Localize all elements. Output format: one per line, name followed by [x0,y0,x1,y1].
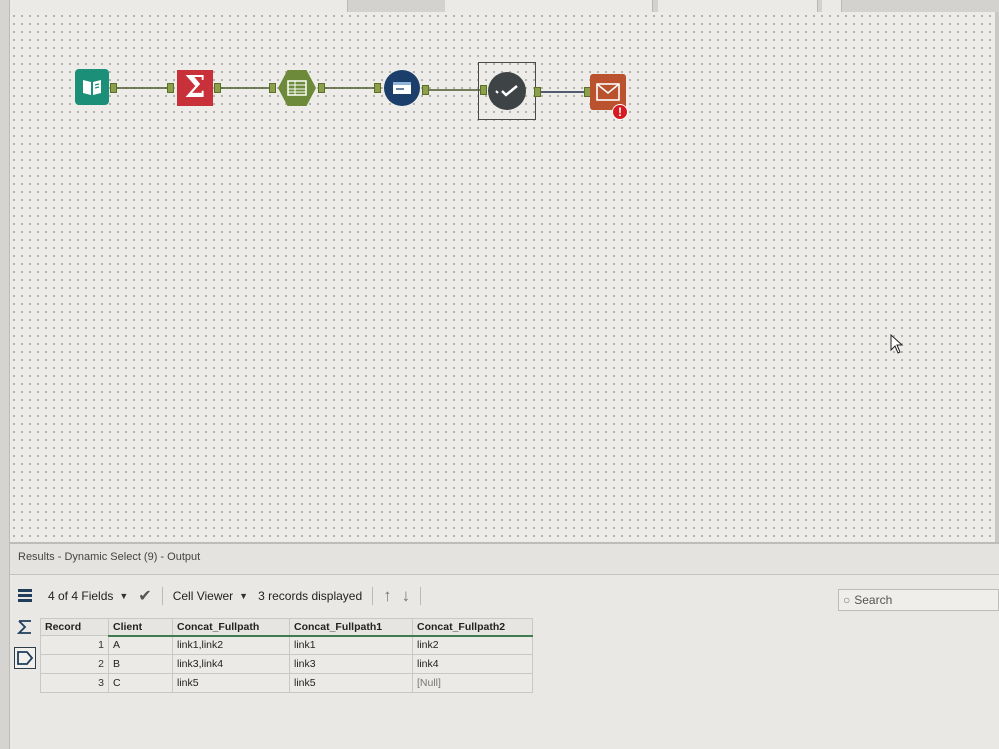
output-anchor[interactable] [534,87,541,97]
column-header[interactable]: Concat_Fullpath1 [289,618,413,637]
fields-label: 4 of 4 Fields [48,589,114,603]
results-side-icons [14,585,40,678]
table-cell[interactable]: link5 [289,673,413,693]
tab-close-button[interactable] [822,0,842,12]
email-tool[interactable]: ! [588,72,628,120]
table-cell[interactable]: link3,link4 [172,654,290,674]
table-cell[interactable]: link3 [289,654,413,674]
search-placeholder: Search [854,593,893,607]
table-cell[interactable]: link1,link2 [172,635,290,655]
table-row[interactable]: 1 A link1,link2 link1 link2 [40,635,533,655]
table-row[interactable]: 3 C link5 link5 [Null] [40,673,533,693]
records-count: 3 records displayed [258,589,363,603]
check-icon [488,72,526,110]
column-header[interactable]: Client [108,618,173,637]
table-cell[interactable]: link1 [289,635,413,655]
arrow-up-icon[interactable]: ↑ [383,586,392,606]
column-header[interactable]: Concat_Fullpath [172,618,290,637]
table-cell[interactable]: [Null] [412,673,533,693]
table-cell[interactable]: C [108,673,173,693]
arrow-down-icon[interactable]: ↓ [402,586,411,606]
chevron-down-icon: ▼ [239,591,249,601]
dynamic-select-tool[interactable] [478,62,536,120]
table-row[interactable]: 2 B link3,link4 link3 link4 [40,654,533,674]
input-anchor[interactable] [269,83,276,93]
input-data-tool[interactable] [72,67,112,107]
table-view-icon[interactable] [14,585,36,607]
search-icon: ○ [843,593,851,607]
table-cell[interactable]: B [108,654,173,674]
document-tab[interactable] [658,0,818,12]
column-header[interactable]: Concat_Fullpath2 [412,618,533,637]
results-title: Results - Dynamic Select (9) - Output [18,551,201,563]
results-table: Record Client Concat_Fullpath Concat_Ful… [40,618,533,693]
fields-dropdown[interactable]: 4 of 4 Fields ▼ [48,589,128,603]
results-toolbar: 4 of 4 Fields ▼ ✔ Cell Viewer ▼ 3 record… [48,585,431,607]
document-tab[interactable] [10,0,348,12]
table-header-row: Record Client Concat_Fullpath Concat_Ful… [40,618,533,637]
table-cell[interactable]: 3 [40,673,109,693]
output-anchor[interactable] [214,83,221,93]
column-header[interactable]: Record [40,618,109,636]
sigma-icon[interactable] [14,616,36,638]
search-input[interactable]: ○ Search [838,589,999,611]
document-tab-strip [0,0,999,12]
formula-window-icon [384,70,420,106]
output-anchor[interactable] [318,83,325,93]
error-icon: ! [612,104,628,120]
left-panel-edge [0,0,10,749]
alteryx-designer-window: Σ ! Results - Dynamic Select (9) - Outpu… [0,0,999,749]
results-body: 4 of 4 Fields ▼ ✔ Cell Viewer ▼ 3 record… [10,574,999,749]
table-icon [278,70,316,106]
table-cell[interactable]: link5 [172,673,290,693]
toolbar-divider [161,587,163,605]
table-cell[interactable]: A [108,635,173,655]
chevron-down-icon: ▼ [119,591,129,601]
table-cell[interactable]: 2 [40,654,109,674]
document-tab[interactable] [445,0,653,12]
table-cell[interactable]: 1 [40,635,109,655]
toolbar-divider [372,587,374,605]
toolbar-divider [420,587,422,605]
input-anchor[interactable] [374,83,381,93]
output-anchor[interactable] [422,85,429,95]
table-cell[interactable]: link2 [412,635,533,655]
input-anchor[interactable] [167,83,174,93]
workflow-canvas[interactable]: Σ ! [10,12,995,542]
formula-tool[interactable] [382,68,422,108]
envelope-icon: ! [590,74,628,120]
canvas-scrollbar[interactable] [995,12,999,542]
table-cell[interactable]: link4 [412,654,533,674]
results-panel: Results - Dynamic Select (9) - Output 4 … [10,542,999,749]
checkmark-icon[interactable]: ✔ [138,586,151,606]
cell-viewer-dropdown[interactable]: Cell Viewer ▼ [173,589,248,603]
tag-icon[interactable] [14,647,36,669]
mouse-cursor-icon [890,334,904,354]
summarize-tool[interactable]: Σ [175,68,215,108]
book-icon [75,69,109,105]
sigma-icon: Σ [177,70,213,106]
output-anchor[interactable] [110,83,117,93]
crosstab-tool[interactable] [277,68,317,108]
cell-viewer-label: Cell Viewer [172,589,234,603]
